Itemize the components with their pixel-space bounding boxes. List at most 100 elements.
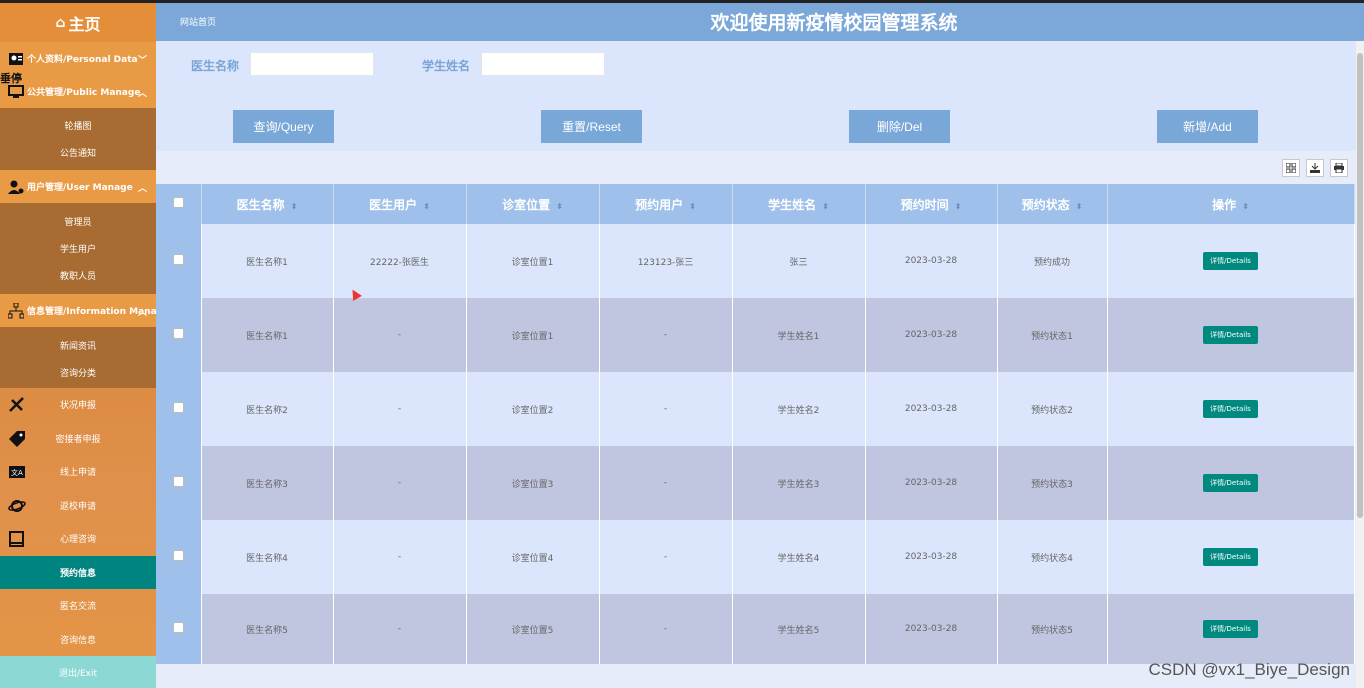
column-header[interactable]: 预约用户 ⬍ — [599, 184, 733, 224]
table-cell: - — [599, 594, 733, 664]
table-cell: 诊室位置2 — [466, 372, 600, 446]
sort-icon: ⬍ — [1242, 201, 1249, 211]
print-icon[interactable] — [1330, 159, 1348, 177]
row-checkbox[interactable] — [172, 476, 184, 487]
table-cell: 学生姓名3 — [732, 446, 866, 520]
column-header[interactable]: 诊室位置 ⬍ — [466, 184, 600, 224]
doctor-name-input[interactable] — [250, 52, 374, 76]
exit-label: 退出/Exit — [58, 669, 98, 680]
sidebar-item-label: 返校申请 — [59, 501, 96, 512]
column-header[interactable]: 操作 ⬍ — [1107, 184, 1355, 224]
table-toolbar — [156, 151, 1356, 184]
sidebar-item-label: 密接者申报 — [55, 434, 101, 445]
details-button[interactable]: 详情/Details — [1203, 474, 1258, 492]
sidebar-item-student[interactable]: 学生用户 — [0, 235, 156, 262]
vertical-scrollbar[interactable] — [1356, 41, 1364, 688]
sidebar-item-label: 心理咨询 — [59, 535, 96, 546]
chevron-up-icon: ︿ — [137, 89, 147, 99]
reset-button[interactable]: 重置/Reset — [541, 110, 642, 143]
row-checkbox[interactable] — [172, 328, 184, 339]
sidebar-item-appointment[interactable]: 预约信息 — [0, 555, 156, 589]
user-gear-icon — [8, 180, 24, 194]
sidebar-home[interactable]: ⌂ 主页 — [0, 0, 156, 42]
sidebar-sublist-info: 新闻资讯 咨询分类 — [0, 327, 156, 388]
table-cell: - — [333, 446, 467, 520]
row-checkbox[interactable] — [172, 254, 184, 265]
details-button[interactable]: 详情/Details — [1203, 548, 1258, 566]
sidebar-item-counseling[interactable]: 心理咨询 — [0, 522, 156, 556]
table-cell: - — [599, 298, 733, 372]
sidebar-group-info[interactable]: 信息管理/Information Manage ︿ — [0, 294, 156, 327]
column-header[interactable]: 预约时间 ⬍ — [865, 184, 998, 224]
scrollbar-thumb[interactable] — [1357, 53, 1363, 518]
sidebar-group-label: 信息管理/Information Manage — [27, 307, 156, 317]
actions-cell: 详情/Details — [1107, 298, 1355, 372]
details-button[interactable]: 详情/Details — [1203, 400, 1258, 418]
sidebar-group-personal[interactable]: 个人资料/Personal Data ﹀ — [0, 42, 156, 75]
table-row: 医生名称1- 诊室位置1- 学生姓名1 2023-03-28 预约状态1 详情/Detai… — [156, 298, 1355, 372]
column-header[interactable]: 医生用户 ⬍ — [333, 184, 467, 224]
sidebar-item-status-report[interactable]: 状况申报 — [0, 388, 156, 422]
sort-icon: ⬍ — [822, 201, 829, 211]
sidebar-item-consult-info[interactable]: 咨询信息 — [0, 623, 156, 657]
table-cell: 学生姓名4 — [732, 520, 866, 594]
sidebar-item-admin[interactable]: 管理员 — [0, 208, 156, 235]
details-button[interactable]: 详情/Details — [1203, 620, 1258, 638]
sidebar-item-notice[interactable]: 公告通知 — [0, 139, 156, 166]
sidebar-item-label: 咨询信息 — [59, 635, 96, 646]
sidebar-item-anonymous[interactable]: 匿名交流 — [0, 589, 156, 623]
table-cell: 123123-张三 — [599, 224, 733, 298]
row-checkbox[interactable] — [172, 622, 184, 633]
sort-icon: ⬍ — [689, 201, 696, 211]
column-header[interactable]: 医生名称 ⬍ — [201, 184, 334, 224]
select-all-checkbox[interactable] — [172, 197, 184, 208]
sidebar-group-label: 用户管理/User Manage — [27, 183, 133, 193]
sidebar-item-staff[interactable]: 教职人员 — [0, 262, 156, 289]
actions-cell: 详情/Details — [1107, 224, 1355, 298]
sidebar-item-label: 匿名交流 — [59, 602, 96, 613]
actions-cell: 详情/Details — [1107, 446, 1355, 520]
column-header[interactable]: 预约状态 ⬍ — [997, 184, 1108, 224]
table-cell: 学生姓名1 — [732, 298, 866, 372]
exit-button[interactable]: 退出/Exit — [0, 656, 156, 688]
details-button[interactable]: 详情/Details — [1203, 326, 1258, 344]
sort-icon: ⬍ — [954, 201, 962, 211]
table-cell: 2023-03-28 — [865, 446, 998, 520]
sidebar-home-label: 主页 — [68, 14, 101, 34]
row-checkbox[interactable] — [172, 550, 184, 561]
columns-icon[interactable] — [1282, 159, 1300, 177]
details-button[interactable]: 详情/Details — [1203, 252, 1258, 270]
student-name-label: 学生姓名 — [422, 59, 471, 73]
table-cell: 医生名称5 — [201, 594, 334, 664]
table-cell: 预约状态4 — [997, 520, 1108, 594]
sort-icon: ⬍ — [290, 201, 298, 211]
table-cell: 22222-张医生 — [333, 224, 467, 298]
row-checkbox[interactable] — [172, 402, 184, 413]
table-cell: 预约状态5 — [997, 594, 1108, 664]
table-cell: 预约成功 — [997, 224, 1108, 298]
sitemap-icon — [8, 302, 24, 318]
sidebar-item-label: 公告通知 — [59, 149, 96, 159]
table-cell: 预约状态3 — [997, 446, 1108, 520]
export-icon[interactable] — [1306, 159, 1324, 177]
sidebar-group-user[interactable]: 用户管理/User Manage ︿ — [0, 170, 156, 203]
sidebar-item-category[interactable]: 咨询分类 — [0, 359, 156, 386]
sidebar-item-news[interactable]: 新闻资讯 — [0, 332, 156, 359]
table-cell: - — [599, 372, 733, 446]
row-select-cell — [156, 594, 202, 664]
table-cell: 医生名称2 — [201, 372, 334, 446]
query-button[interactable]: 查询/Query — [233, 110, 334, 143]
table-header-row: 医生名称 ⬍ 医生用户 ⬍ 诊室位置 ⬍ 预约用户 ⬍ 学生姓名 ⬍ 预约时间 ⬍ 预约状态… — [156, 184, 1355, 224]
add-button[interactable]: 新增/Add — [1157, 110, 1258, 143]
column-header[interactable]: 学生姓名 ⬍ — [732, 184, 866, 224]
sidebar-item-online-apply[interactable]: 文A 线上申请 — [0, 455, 156, 489]
sidebar-item-label: 轮播图 — [64, 122, 92, 132]
delete-button[interactable]: 删除/Del — [849, 110, 950, 143]
table-cell: 医生名称3 — [201, 446, 334, 520]
sidebar-item-carousel[interactable]: 轮播图 — [0, 112, 156, 139]
sidebar-group-public[interactable]: 公共管理/Public Manage ︿ — [0, 75, 156, 108]
student-name-input[interactable] — [481, 52, 605, 76]
sidebar-item-contact-report[interactable]: 密接者申报 — [0, 422, 156, 456]
filter-bar: 医生名称 学生姓名 查询/Query 重置/Reset 删除/Del 新增/Ad… — [156, 41, 1356, 151]
sidebar-item-return-apply[interactable]: 返校申请 — [0, 489, 156, 523]
